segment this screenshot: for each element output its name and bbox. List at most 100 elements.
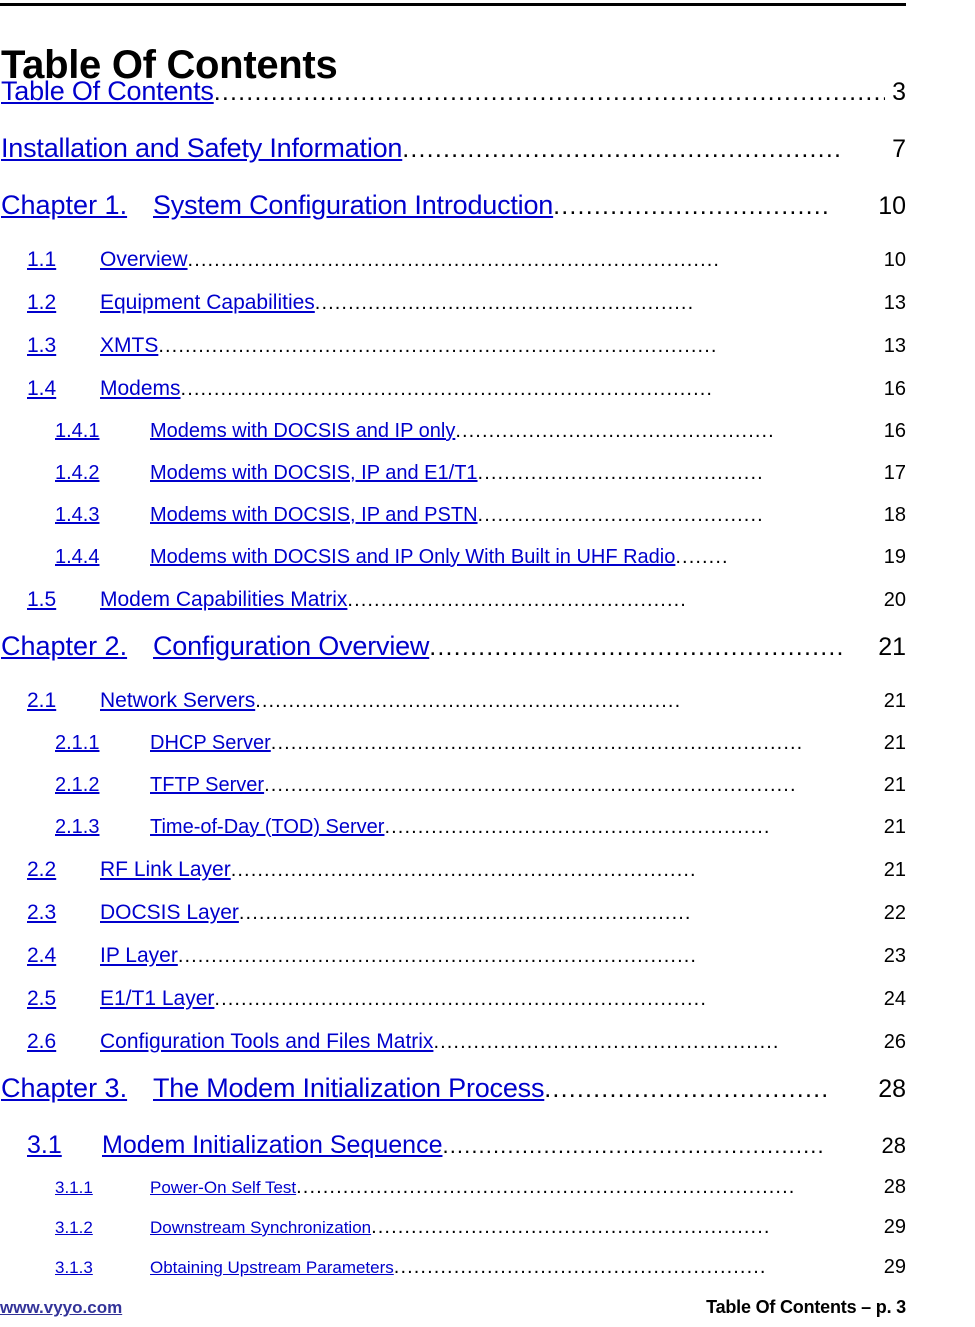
toc-entry-title[interactable]: Obtaining Upstream Parameters bbox=[150, 1258, 394, 1278]
toc-entry[interactable]: Chapter 1. System Configuration Introduct… bbox=[0, 190, 906, 248]
toc-page-number: 18 bbox=[883, 504, 906, 526]
toc-entry[interactable]: 1.4.3 Modems with DOCSIS, IP and PSTN....… bbox=[0, 504, 906, 546]
toc-entry[interactable]: 1.4.4 Modems with DOCSIS and IP Only With… bbox=[0, 546, 906, 588]
toc-entry-title[interactable]: Modem Capabilities Matrix bbox=[100, 588, 347, 612]
toc-entry[interactable]: 1.1 Overview.............................… bbox=[0, 248, 906, 291]
toc-entry-number[interactable]: 1.5 bbox=[27, 588, 100, 612]
toc-entry[interactable]: 1.4.2 Modems with DOCSIS, IP and E1/T1...… bbox=[0, 462, 906, 504]
toc-entry-number[interactable]: 2.1.3 bbox=[55, 816, 150, 839]
toc-entry-number[interactable]: 2.4 bbox=[27, 944, 100, 968]
toc-entry-number[interactable]: 1.4.4 bbox=[55, 546, 150, 569]
toc-entry-number[interactable]: 2.3 bbox=[27, 901, 100, 925]
toc-entry-number[interactable]: 1.2 bbox=[27, 291, 100, 315]
toc-entry[interactable]: 2.1.2 TFTP Server........................… bbox=[0, 774, 906, 816]
toc-entry-title[interactable]: Equipment Capabilities bbox=[100, 291, 315, 315]
toc-entry-number[interactable]: 2.5 bbox=[27, 987, 100, 1011]
toc-entry[interactable]: 3.1.1 Power-On Self Test ................… bbox=[0, 1177, 906, 1217]
toc-entry-title[interactable]: Modems with DOCSIS and IP Only With Buil… bbox=[150, 546, 675, 569]
toc-entry-title[interactable]: E1/T1 Layer bbox=[100, 987, 214, 1011]
toc-entry-number[interactable]: Chapter 2. bbox=[1, 631, 153, 662]
toc-entry[interactable]: Chapter 2. Configuration Overview........… bbox=[0, 631, 906, 689]
toc-entry-title[interactable]: Installation and Safety Information bbox=[1, 133, 402, 164]
toc-entry-title[interactable]: Modem Initialization Sequence bbox=[102, 1131, 442, 1160]
toc-leader-dots: ........................................… bbox=[384, 816, 771, 838]
toc-entry[interactable]: 3.1.3 Obtaining Upstream Parameters .....… bbox=[0, 1257, 906, 1297]
toc-entry-title[interactable]: Table Of Contents bbox=[1, 76, 214, 107]
toc-entry-title[interactable]: Downstream Synchronization bbox=[150, 1218, 371, 1238]
toc-entry[interactable]: 3.1.2 Downstream Synchronization.........… bbox=[0, 1217, 906, 1257]
toc-entry-title[interactable]: Power-On Self Test bbox=[150, 1178, 296, 1198]
toc-leader-dots: ........................................… bbox=[347, 589, 687, 611]
toc-entry-number[interactable]: 1.4.3 bbox=[55, 504, 150, 527]
toc-entry[interactable]: 2.1 Network Servers .....................… bbox=[0, 689, 906, 732]
toc-entry[interactable]: 2.4 IP Layer ............................… bbox=[0, 944, 906, 987]
toc-entry-title[interactable]: Network Servers bbox=[100, 689, 255, 713]
toc-entry[interactable]: 1.5 Modem Capabilities Matrix ...........… bbox=[0, 588, 906, 631]
toc-leader-dots: ........................................… bbox=[270, 732, 804, 754]
toc-entry-title[interactable]: System Configuration Introduction bbox=[153, 190, 553, 221]
toc-page-number: 29 bbox=[883, 1216, 906, 1238]
toc-entry-number[interactable]: 2.2 bbox=[27, 858, 100, 882]
toc-entry-number[interactable]: Chapter 3. bbox=[1, 1073, 153, 1104]
toc-entry-title[interactable]: Modems with DOCSIS, IP and PSTN bbox=[150, 504, 478, 527]
toc-leader-dots: ........................................… bbox=[433, 1031, 780, 1053]
toc-entry-title[interactable]: Modems with DOCSIS and IP only bbox=[150, 420, 455, 443]
toc-entry-number[interactable]: 1.3 bbox=[27, 334, 100, 358]
toc-entry[interactable]: Installation and Safety Information ....… bbox=[0, 133, 906, 190]
toc-page-number: 10 bbox=[883, 249, 906, 271]
toc-entry-number[interactable]: 3.1.2 bbox=[55, 1218, 150, 1238]
toc-entry[interactable]: Chapter 3. The Modem Initialization Proce… bbox=[0, 1073, 906, 1131]
toc-page-number: 24 bbox=[883, 988, 906, 1010]
toc-leader-dots: ........................................… bbox=[214, 988, 707, 1010]
toc-entry-title[interactable]: DOCSIS Layer bbox=[100, 901, 239, 925]
toc-page-number: 3 bbox=[892, 78, 906, 106]
toc-entry[interactable]: 1.3 XMTS.................................… bbox=[0, 334, 906, 377]
toc-entry[interactable]: 2.1.3 Time-of-Day (TOD) Server ..........… bbox=[0, 816, 906, 858]
toc-entry[interactable]: 2.6 Configuration Tools and Files Matrix … bbox=[0, 1030, 906, 1073]
toc-entry[interactable]: 3.1 Modem Initialization Sequence........… bbox=[0, 1131, 906, 1177]
toc-entry-title[interactable]: Configuration Overview bbox=[153, 631, 429, 662]
toc-entry-title[interactable]: IP Layer bbox=[100, 944, 178, 968]
toc-page-number: 21 bbox=[883, 859, 906, 881]
toc-entry-number[interactable]: 2.1 bbox=[27, 689, 100, 713]
toc-entry-title[interactable]: DHCP Server bbox=[150, 732, 271, 755]
toc-leader-dots: ........................................… bbox=[238, 902, 692, 924]
footer-page-label: Table Of Contents – p. 3 bbox=[706, 1297, 906, 1317]
toc-entry-title[interactable]: The Modem Initialization Process bbox=[153, 1073, 544, 1104]
toc-page-number: 22 bbox=[883, 902, 906, 924]
toc-entry-number[interactable]: 1.4.1 bbox=[55, 420, 150, 443]
toc-leader-dots: ........................................… bbox=[264, 774, 797, 796]
toc-entry-title[interactable]: Time-of-Day (TOD) Server bbox=[150, 816, 384, 839]
toc-entry-number[interactable]: 1.4 bbox=[27, 377, 100, 401]
toc-leader-dots: ........................................… bbox=[158, 335, 718, 357]
toc-entry-number[interactable]: 3.1 bbox=[27, 1131, 102, 1160]
toc-entry-title[interactable]: Configuration Tools and Files Matrix bbox=[100, 1030, 433, 1054]
toc-entry-number[interactable]: 1.1 bbox=[27, 248, 100, 272]
toc-entry-title[interactable]: Overview bbox=[100, 248, 188, 272]
footer-website-link[interactable]: www.vyyo.com bbox=[0, 1298, 122, 1318]
toc-entry-number[interactable]: Chapter 1. bbox=[1, 190, 153, 221]
toc-entry[interactable]: 2.3 DOCSIS Layer.........................… bbox=[0, 901, 906, 944]
toc-entry-number[interactable]: 2.6 bbox=[27, 1030, 100, 1054]
toc-entry[interactable]: 1.4.1 Modems with DOCSIS and IP only.....… bbox=[0, 420, 906, 462]
toc-entry[interactable]: 2.2 RF Link Layer .......................… bbox=[0, 858, 906, 901]
toc-entry-number[interactable]: 2.1.1 bbox=[55, 732, 150, 755]
toc-leader-dots: ........................................… bbox=[402, 135, 843, 163]
toc-entry[interactable]: Table Of Contents.......................… bbox=[0, 76, 906, 133]
toc-entry[interactable]: 1.2 Equipment Capabilities ..............… bbox=[0, 291, 906, 334]
toc-page-number: 16 bbox=[883, 420, 906, 442]
toc-entry-title[interactable]: RF Link Layer bbox=[100, 858, 231, 882]
toc-entry-title[interactable]: Modems bbox=[100, 377, 181, 401]
toc-entry-title[interactable]: Modems with DOCSIS, IP and E1/T1 bbox=[150, 462, 478, 485]
toc-page-number: 29 bbox=[883, 1256, 906, 1278]
toc-entry[interactable]: 1.4 Modems...............................… bbox=[0, 377, 906, 420]
toc-entry-number[interactable]: 1.4.2 bbox=[55, 462, 150, 485]
toc-entry-number[interactable]: 2.1.2 bbox=[55, 774, 150, 797]
toc-entry-number[interactable]: 3.1.1 bbox=[55, 1178, 150, 1198]
toc-entry-title[interactable]: XMTS bbox=[100, 334, 158, 358]
toc-entry-number[interactable]: 3.1.3 bbox=[55, 1258, 150, 1278]
toc-entry[interactable]: 2.5 E1/T1 Layer .........................… bbox=[0, 987, 906, 1030]
toc-entry-title[interactable]: TFTP Server bbox=[150, 774, 264, 797]
toc-leader-dots: ........................................… bbox=[442, 1133, 825, 1158]
toc-entry[interactable]: 2.1.1 DHCP Server........................… bbox=[0, 732, 906, 774]
